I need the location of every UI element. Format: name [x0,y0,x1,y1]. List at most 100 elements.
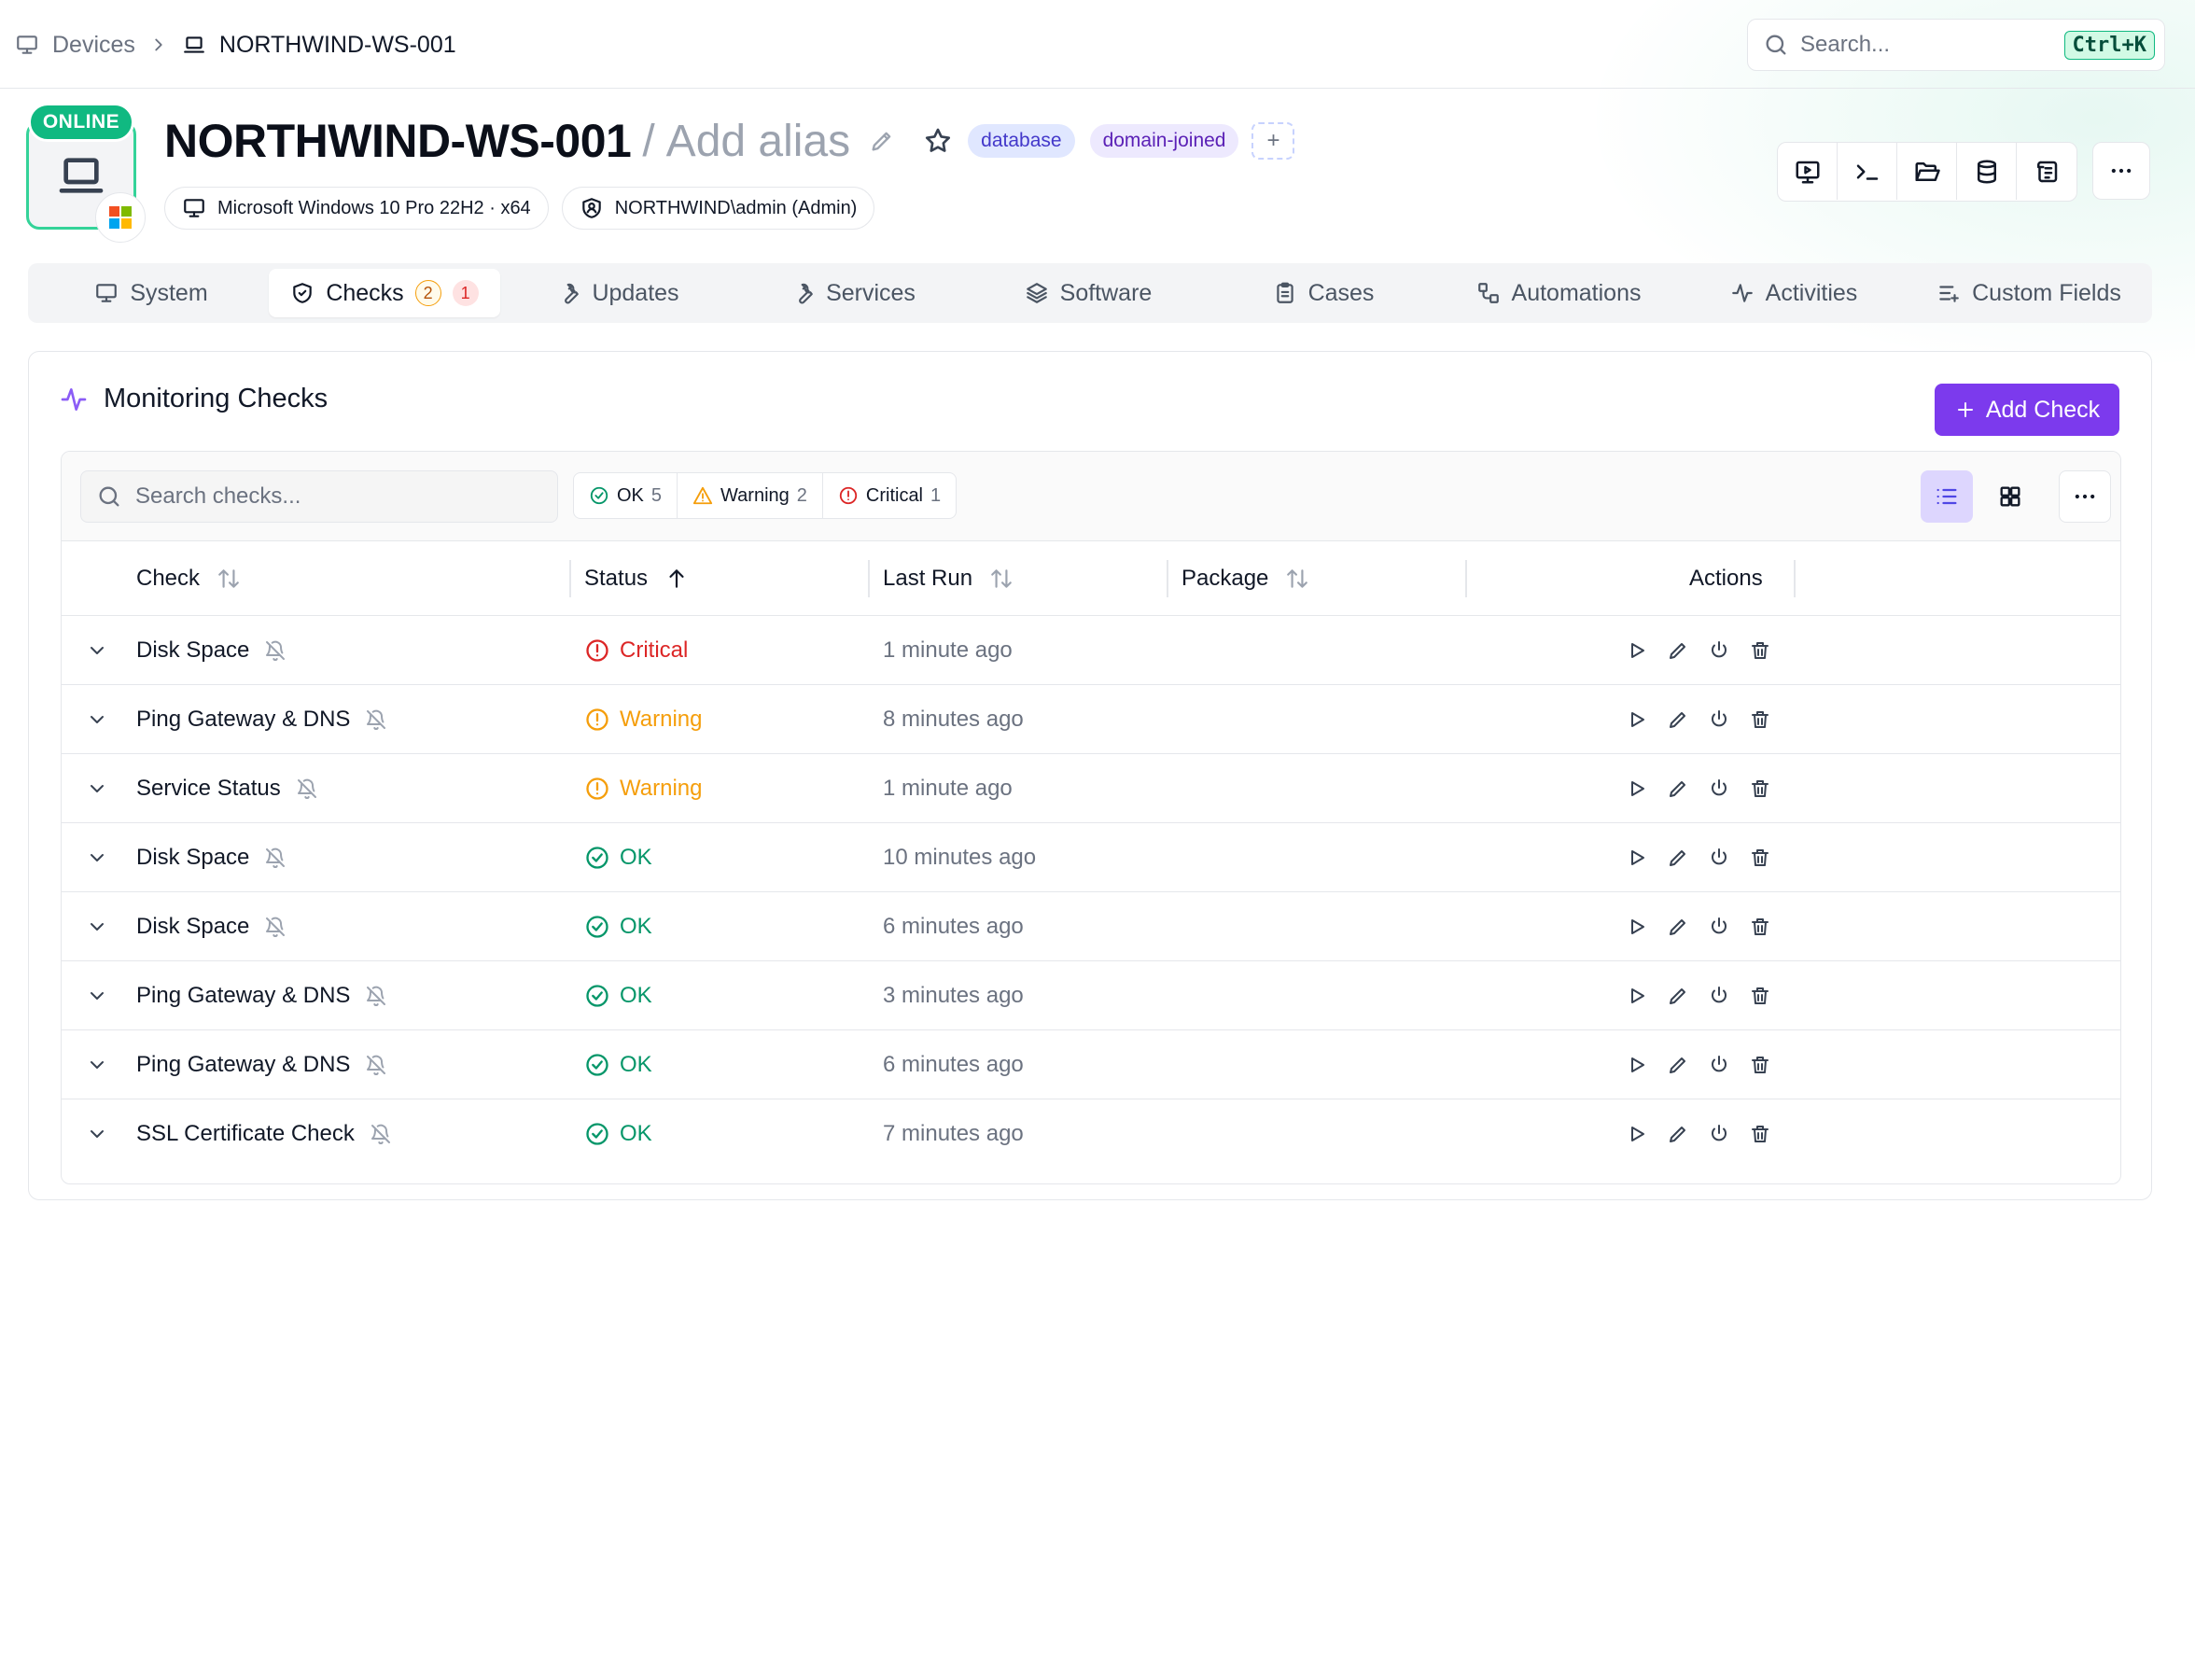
table-row[interactable]: Disk Space OK 10 minutes ago [62,823,2120,892]
expand-row-button[interactable] [86,1030,110,1099]
table-options-button[interactable] [2059,470,2111,523]
page-title: NORTHWIND-WS-001 [164,115,632,167]
table-row[interactable]: Ping Gateway & DNS OK 6 minutes ago [62,1030,2120,1099]
delete-check-button[interactable] [1749,1054,1771,1076]
filter-count: 5 [650,484,663,506]
tab-label: Checks [326,279,404,306]
tab-system[interactable]: System [34,269,269,317]
filter-critical[interactable]: Critical 1 [823,473,956,518]
bell-off-icon[interactable] [365,1054,387,1076]
bell-off-icon[interactable] [365,985,387,1007]
tab-updates[interactable]: Updates [500,269,735,317]
tab-custom-fields[interactable]: Custom Fields [1911,269,2146,317]
tab-automations[interactable]: Automations [1441,269,1676,317]
tab-activities[interactable]: Activities [1676,269,1911,317]
edit-check-button[interactable] [1667,1123,1689,1145]
run-check-button[interactable] [1626,777,1648,800]
column-status[interactable]: Status [584,541,689,616]
bell-off-icon[interactable] [370,1123,392,1145]
status-label: Critical [620,637,689,663]
column-check[interactable]: Check [136,541,241,616]
delete-check-button[interactable] [1749,916,1771,938]
expand-row-button[interactable] [86,616,110,685]
table-row[interactable]: Disk Space OK 6 minutes ago [62,892,2120,961]
alias-placeholder[interactable]: Add alias [666,116,850,167]
disable-check-button[interactable] [1708,916,1730,938]
tab-checks[interactable]: Checks 2 1 [269,269,500,317]
checks-search-input[interactable]: Search checks... [80,470,558,523]
table-row[interactable]: Ping Gateway & DNS OK 3 minutes ago [62,961,2120,1030]
bell-off-icon[interactable] [264,916,287,938]
disable-check-button[interactable] [1708,639,1730,662]
table-row[interactable]: Ping Gateway & DNS Warning 8 minutes ago [62,685,2120,754]
run-check-button[interactable] [1626,708,1648,731]
bell-off-icon[interactable] [264,847,287,869]
run-check-button[interactable] [1626,639,1648,662]
delete-check-button[interactable] [1749,777,1771,800]
table-row[interactable]: Disk Space Critical 1 minute ago [62,616,2120,685]
file-browser-button[interactable] [1897,143,1957,200]
list-view-button[interactable] [1921,470,1973,523]
delete-check-button[interactable] [1749,708,1771,731]
delete-check-button[interactable] [1749,847,1771,869]
bell-off-icon[interactable] [296,777,318,800]
bell-off-icon[interactable] [365,708,387,731]
edit-check-button[interactable] [1667,1054,1689,1076]
breadcrumb-devices-link[interactable]: Devices [52,32,135,59]
add-tag-button[interactable]: + [1251,122,1295,160]
star-icon[interactable] [923,126,953,156]
filter-label: Warning [720,484,790,506]
database-button[interactable] [1957,143,2017,200]
run-check-button[interactable] [1626,985,1648,1007]
run-check-button[interactable] [1626,847,1648,869]
more-actions-button[interactable] [2092,142,2150,200]
edit-check-button[interactable] [1667,639,1689,662]
column-last-run[interactable]: Last Run [883,541,1014,616]
expand-row-button[interactable] [86,685,110,754]
delete-check-button[interactable] [1749,639,1771,662]
run-check-button[interactable] [1626,916,1648,938]
tab-cases[interactable]: Cases [1206,269,1441,317]
terminal-button[interactable] [1838,143,1897,200]
add-check-button[interactable]: Add Check [1935,384,2119,436]
disable-check-button[interactable] [1708,847,1730,869]
column-package[interactable]: Package [1181,541,1309,616]
check-circle-icon [584,1121,610,1147]
expand-row-button[interactable] [86,961,110,1030]
edit-check-button[interactable] [1667,916,1689,938]
edit-check-button[interactable] [1667,985,1689,1007]
expand-row-button[interactable] [86,892,110,961]
alert-circle-icon [584,637,610,664]
expand-row-button[interactable] [86,1099,110,1169]
tab-services[interactable]: Services [735,269,971,317]
disable-check-button[interactable] [1708,1054,1730,1076]
disable-check-button[interactable] [1708,777,1730,800]
delete-check-button[interactable] [1749,1123,1771,1145]
table-row[interactable]: Service Status Warning 1 minute ago [62,754,2120,823]
disable-check-button[interactable] [1708,985,1730,1007]
filter-warning[interactable]: Warning 2 [678,473,823,518]
expand-row-button[interactable] [86,823,110,892]
edit-check-button[interactable] [1667,708,1689,731]
run-check-button[interactable] [1626,1054,1648,1076]
grid-view-button[interactable] [1984,470,2036,523]
tag-domain-joined[interactable]: domain-joined [1089,124,1239,158]
expand-row-button[interactable] [86,754,110,823]
disable-check-button[interactable] [1708,708,1730,731]
edit-alias-icon[interactable] [869,128,895,154]
run-check-button[interactable] [1626,1123,1648,1145]
checks-filter-bar: Search checks... OK 5 Warning 2 Critical… [62,452,2120,541]
edit-check-button[interactable] [1667,777,1689,800]
filter-ok[interactable]: OK 5 [574,473,678,518]
tag-database[interactable]: database [968,124,1075,158]
check-circle-icon [584,983,610,1009]
bell-off-icon[interactable] [264,639,287,662]
table-row[interactable]: SSL Certificate Check OK 7 minutes ago [62,1099,2120,1169]
tab-software[interactable]: Software [971,269,1206,317]
remote-desktop-button[interactable] [1778,143,1838,200]
delete-check-button[interactable] [1749,985,1771,1007]
script-button[interactable] [2017,143,2076,200]
disable-check-button[interactable] [1708,1123,1730,1145]
edit-check-button[interactable] [1667,847,1689,869]
global-search-input[interactable]: Search... Ctrl+K [1747,19,2165,71]
